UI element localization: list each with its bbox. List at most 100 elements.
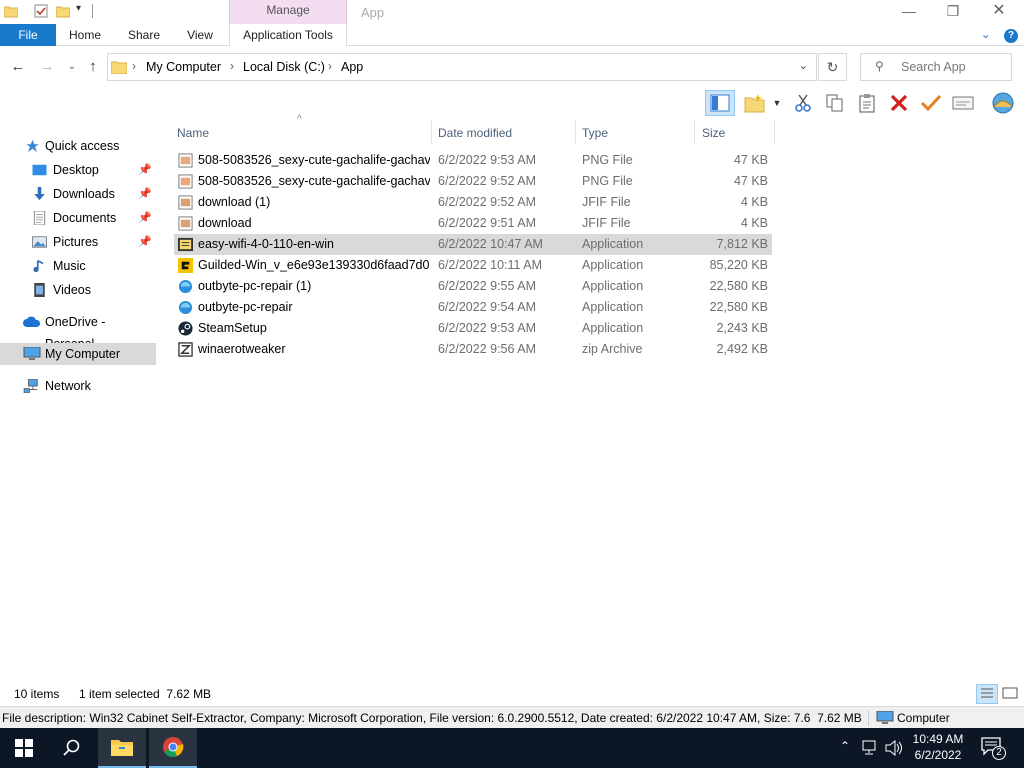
tab-view[interactable]: View: [180, 24, 220, 46]
column-divider[interactable]: [431, 120, 432, 144]
manage-context-tab[interactable]: Manage: [229, 0, 347, 24]
address-dropdown-icon[interactable]: ⌄: [799, 59, 808, 72]
column-header-name[interactable]: Name: [177, 122, 427, 144]
breadcrumb-my-computer[interactable]: My Computer: [146, 60, 221, 74]
zip-icon: [178, 342, 193, 357]
clock[interactable]: 10:49 AM 6/2/2022: [906, 731, 970, 763]
show-hidden-icons-icon[interactable]: ⌃: [840, 739, 850, 753]
shell-button[interactable]: [990, 90, 1016, 116]
column-divider[interactable]: [575, 120, 576, 144]
pin-icon[interactable]: 📌: [138, 231, 152, 253]
window-title: App: [361, 5, 385, 20]
pin-icon[interactable]: 📌: [138, 183, 152, 205]
nav-my-computer[interactable]: My Computer: [0, 343, 156, 365]
table-row[interactable]: download 6/2/2022 9:51 AM JFIF File 4 KB: [174, 213, 772, 234]
nav-pictures[interactable]: Pictures 📌: [0, 231, 156, 253]
pin-icon[interactable]: 📌: [138, 159, 152, 181]
minimize-button[interactable]: —: [886, 0, 932, 24]
copy-button[interactable]: [822, 90, 848, 116]
dropdown-icon[interactable]: ▼: [770, 90, 784, 116]
new-folder-button[interactable]: [742, 90, 768, 116]
notification-center-button[interactable]: 2: [980, 736, 1008, 760]
close-button[interactable]: ✕: [976, 0, 1022, 24]
table-row[interactable]: outbyte-pc-repair (1) 6/2/2022 9:55 AM A…: [174, 276, 772, 297]
command-toolbar: ▼: [0, 87, 1024, 119]
chevron-right-icon[interactable]: ›: [230, 59, 234, 73]
search-button[interactable]: [48, 728, 96, 768]
paste-button[interactable]: [854, 90, 880, 116]
table-row[interactable]: winaerotweaker 6/2/2022 9:56 AM zip Arch…: [174, 339, 772, 360]
column-header-type[interactable]: Type: [582, 122, 692, 144]
table-row[interactable]: download (1) 6/2/2022 9:52 AM JFIF File …: [174, 192, 772, 213]
cut-button[interactable]: [790, 90, 816, 116]
volume-icon[interactable]: [885, 740, 903, 756]
tab-share[interactable]: Share: [122, 24, 166, 46]
videos-icon: [34, 283, 45, 297]
properties-icon[interactable]: [34, 4, 48, 18]
recent-locations-icon[interactable]: ⌄: [62, 57, 82, 77]
help-icon[interactable]: ?: [1004, 29, 1018, 43]
maximize-button[interactable]: ❐: [930, 0, 976, 24]
file-date: 6/2/2022 10:11 AM: [438, 258, 543, 272]
search-input[interactable]: ⚲ Search App: [860, 53, 1012, 81]
taskbar-file-explorer[interactable]: [98, 728, 146, 768]
new-folder-icon[interactable]: [56, 4, 70, 18]
details-view-button[interactable]: [976, 684, 998, 704]
preview-pane-button[interactable]: [705, 90, 735, 116]
nav-onedrive[interactable]: OneDrive - Personal: [0, 311, 156, 351]
file-date: 6/2/2022 9:53 AM: [438, 321, 536, 335]
pin-icon[interactable]: 📌: [138, 207, 152, 229]
tab-home[interactable]: Home: [64, 24, 106, 46]
nav-videos[interactable]: Videos: [0, 279, 156, 301]
nav-downloads[interactable]: Downloads 📌: [0, 183, 156, 205]
nav-desktop[interactable]: Desktop 📌: [0, 159, 156, 181]
refresh-button[interactable]: ↻: [818, 53, 847, 81]
large-icons-view-button[interactable]: [1000, 684, 1022, 704]
start-button[interactable]: [0, 728, 48, 768]
quick-access-dropdown-icon[interactable]: ▾: [76, 3, 81, 14]
nav-network[interactable]: Network: [0, 375, 156, 397]
table-row[interactable]: 508-5083526_sexy-cute-gachalife-gachav..…: [174, 150, 772, 171]
tab-file[interactable]: File: [0, 24, 56, 46]
nav-music[interactable]: Music: [0, 255, 156, 277]
properties-button[interactable]: [950, 90, 976, 116]
column-header-date[interactable]: Date modified: [438, 122, 576, 144]
file-name: 508-5083526_sexy-cute-gachalife-gachav..…: [198, 174, 430, 188]
table-row[interactable]: outbyte-pc-repair 6/2/2022 9:54 AM Appli…: [174, 297, 772, 318]
nav-label: Pictures: [53, 235, 99, 249]
forward-button[interactable]: →: [37, 57, 57, 77]
delete-button[interactable]: [886, 90, 912, 116]
breadcrumb-app[interactable]: App: [341, 60, 363, 74]
taskbar-chrome[interactable]: [149, 728, 197, 768]
clock-date: 6/2/2022: [914, 748, 962, 762]
documents-icon: [33, 211, 46, 225]
file-name: download (1): [198, 195, 271, 209]
column-divider[interactable]: [774, 120, 775, 144]
downloads-icon: [34, 187, 45, 201]
address-bar[interactable]: › My Computer › Local Disk (C:) › App ⌄: [107, 53, 817, 81]
file-list: ^ Name Date modified Type Size 508-50835…: [172, 114, 1024, 680]
chevron-right-icon[interactable]: ›: [328, 59, 332, 73]
image-file-icon: [178, 216, 193, 231]
table-row-selected[interactable]: easy-wifi-4-0-110-en-win 6/2/2022 10:47 …: [174, 234, 772, 255]
file-type: Application: [582, 279, 644, 293]
back-button[interactable]: ←: [8, 57, 28, 77]
column-header-size[interactable]: Size: [702, 122, 772, 144]
table-row[interactable]: 508-5083526_sexy-cute-gachalife-gachav..…: [174, 171, 772, 192]
file-name: SteamSetup: [198, 321, 267, 335]
breadcrumb-local-disk[interactable]: Local Disk (C:): [243, 60, 325, 74]
nav-documents[interactable]: Documents 📌: [0, 207, 156, 229]
table-row[interactable]: Guilded-Win_v_e6e93e139330d6faad7d05... …: [174, 255, 772, 276]
tab-application-tools[interactable]: Application Tools: [229, 24, 347, 47]
up-button[interactable]: ↑: [83, 57, 103, 77]
expand-ribbon-icon[interactable]: ⌄: [981, 27, 991, 41]
chevron-right-icon[interactable]: ›: [132, 59, 136, 73]
column-divider[interactable]: [694, 120, 695, 144]
rename-button[interactable]: [918, 90, 944, 116]
nav-quick-access[interactable]: Quick access: [0, 135, 156, 157]
computer-icon: [876, 711, 894, 724]
network-icon[interactable]: [862, 740, 880, 756]
file-type: JFIF File: [582, 195, 631, 209]
table-row[interactable]: SteamSetup 6/2/2022 9:53 AM Application …: [174, 318, 772, 339]
file-size: 7,812 KB: [716, 237, 768, 251]
